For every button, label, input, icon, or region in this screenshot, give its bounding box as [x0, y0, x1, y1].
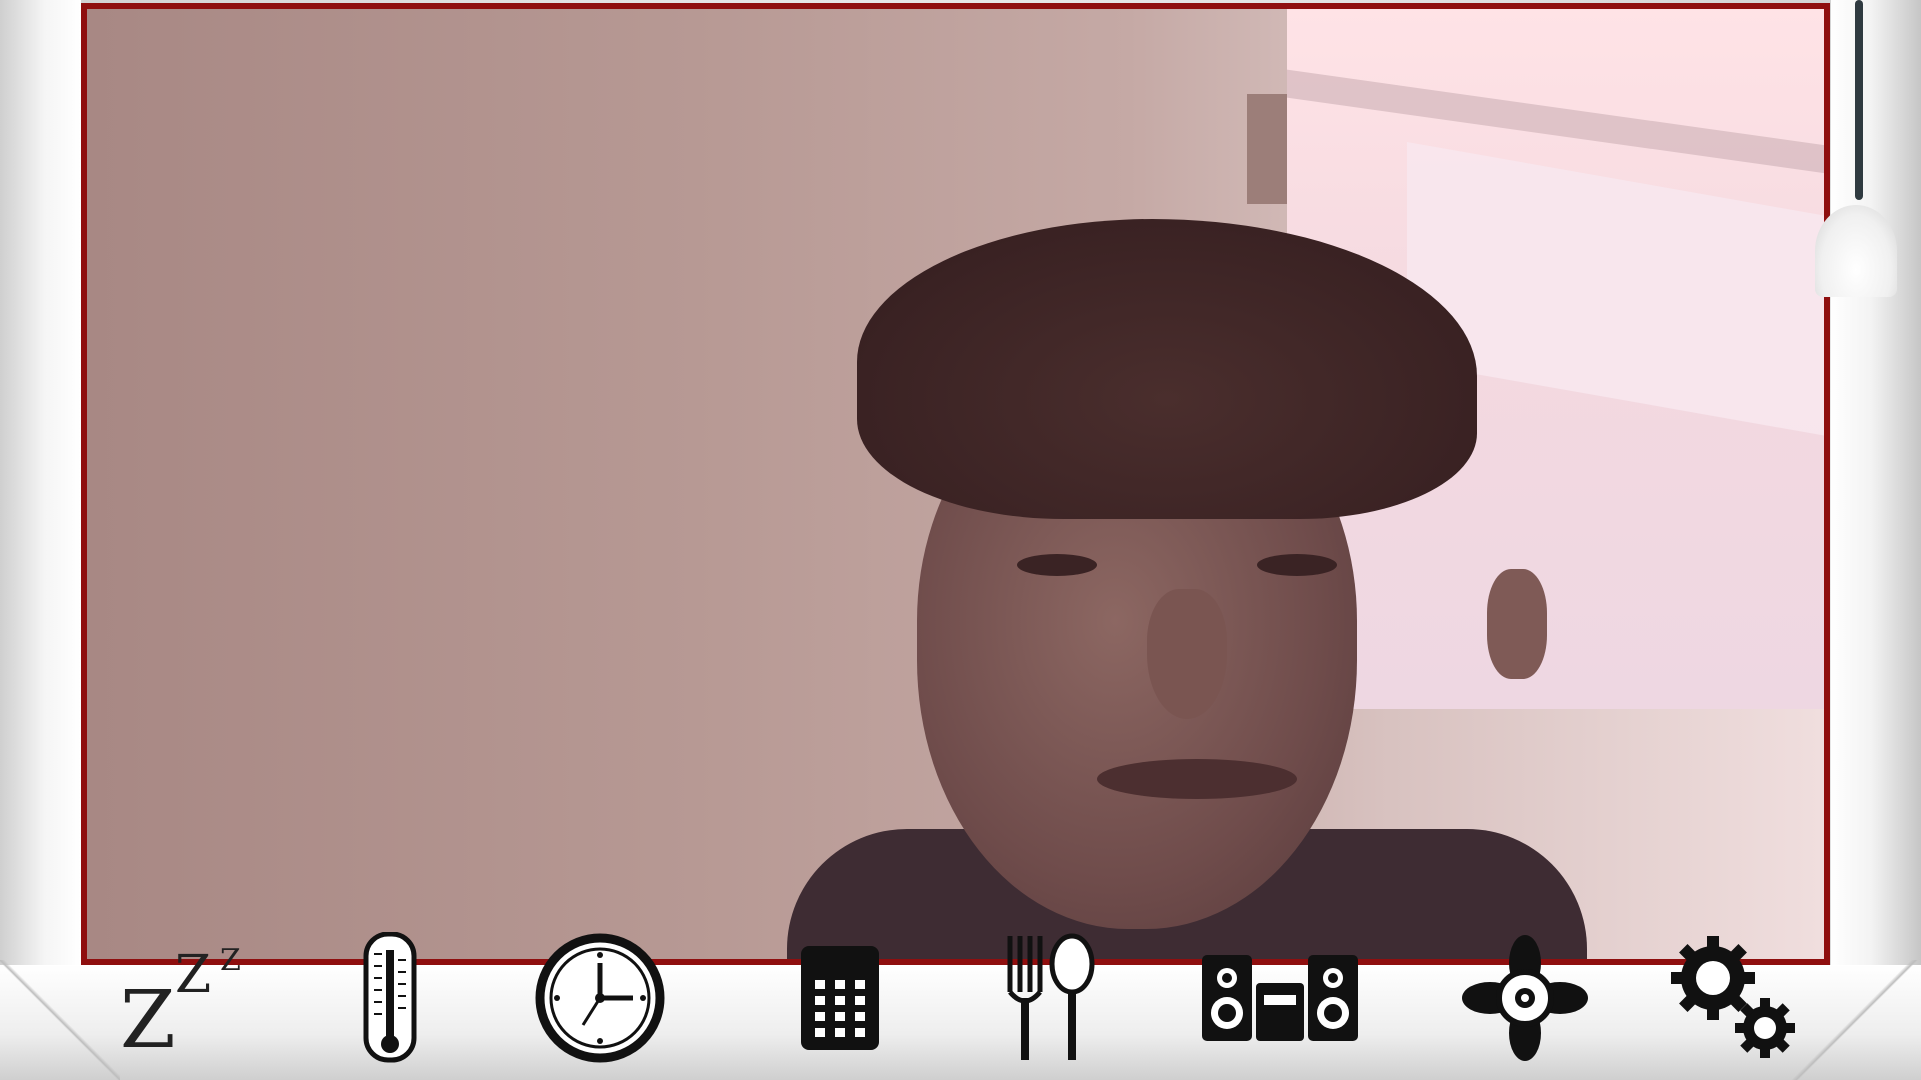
- fan-button[interactable]: [1455, 932, 1595, 1064]
- feed-person-right-eye: [1257, 554, 1337, 576]
- clock-icon: [535, 933, 665, 1063]
- stereo-speakers-icon: [1202, 955, 1358, 1041]
- camera-feed: [81, 3, 1830, 965]
- fork-spoon-icon: [1007, 933, 1095, 1060]
- feed-person-nose: [1147, 589, 1227, 719]
- food-button[interactable]: [990, 932, 1110, 1064]
- settings-button[interactable]: [1660, 932, 1810, 1064]
- bell-pull-icon[interactable]: [1815, 205, 1897, 297]
- bottom-toolbar: Z Z Z: [100, 932, 1820, 1072]
- phone-button[interactable]: [790, 932, 890, 1064]
- bell-cord[interactable]: [1855, 0, 1863, 200]
- phone-keypad-icon: [801, 946, 879, 1050]
- app-frame: Z Z Z: [0, 0, 1921, 1080]
- feed-person-left-eye: [1017, 554, 1097, 576]
- sleep-button[interactable]: Z Z Z: [120, 932, 250, 1066]
- music-button[interactable]: [1195, 932, 1365, 1064]
- feed-door-edge: [1247, 94, 1287, 204]
- feed-person-mouth: [1097, 759, 1297, 799]
- settings-gears-icon: [1671, 936, 1795, 1058]
- fan-icon: [1462, 935, 1588, 1061]
- feed-person-ear: [1487, 569, 1547, 679]
- sleep-zzz-icon: Z Z Z: [120, 943, 241, 1066]
- left-bevel: [0, 0, 81, 1080]
- temperature-button[interactable]: [340, 932, 440, 1064]
- thermometer-icon: [363, 932, 417, 1063]
- clock-button[interactable]: [530, 932, 670, 1064]
- right-bevel: [1831, 0, 1921, 1080]
